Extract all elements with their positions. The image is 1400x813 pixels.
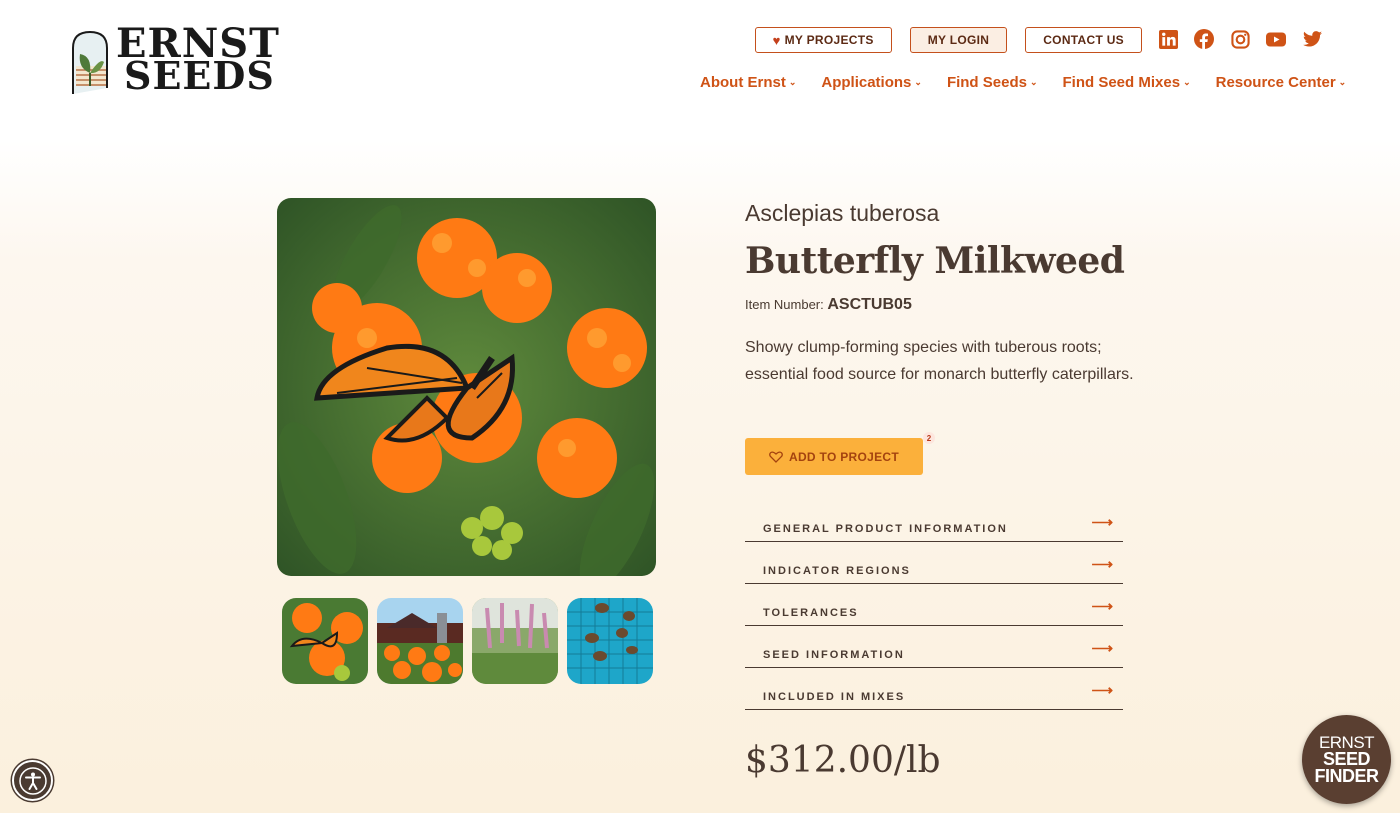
accessibility-icon	[18, 766, 47, 795]
product-main-image[interactable]	[277, 198, 656, 576]
item-number: Item Number: ASCTUB05	[745, 296, 912, 313]
arrow-right-icon: ⟶	[1091, 681, 1113, 699]
chevron-down-icon: ⌄	[914, 77, 922, 87]
nav-applications[interactable]: Applications ⌄	[821, 74, 922, 91]
heart-icon: ♥	[772, 32, 781, 48]
instagram-icon[interactable]	[1230, 29, 1250, 49]
my-login-button[interactable]: MY LOGIN	[909, 27, 1008, 53]
facebook-icon[interactable]	[1194, 29, 1214, 49]
twitter-icon[interactable]	[1302, 29, 1322, 49]
accordion-indicator-regions[interactable]: INDICATOR REGIONS ⟶	[745, 542, 1123, 584]
utility-buttons: ♥ MY PROJECTS MY LOGIN CONTACT US	[754, 27, 1142, 53]
social-links	[1158, 29, 1322, 49]
thumbnail-3[interactable]	[472, 598, 558, 684]
thumbnail-4[interactable]	[567, 598, 653, 684]
product-details-accordion: GENERAL PRODUCT INFORMATION ⟶ INDICATOR …	[745, 500, 1123, 710]
add-to-project-button[interactable]: ADD TO PROJECT	[745, 438, 923, 475]
arrow-right-icon: ⟶	[1091, 513, 1113, 531]
chevron-down-icon: ⌄	[788, 77, 797, 87]
page-title: Butterfly Milkweed	[745, 240, 1125, 282]
thumbnail-1[interactable]	[282, 598, 368, 684]
nav-find-seed-mixes[interactable]: Find Seed Mixes ⌄	[1063, 74, 1191, 91]
accessibility-button[interactable]	[12, 760, 53, 801]
thumbnail-strip	[282, 598, 653, 684]
main-nav: About Ernst ⌄ Applications ⌄ Find Seeds ⌄ F…	[700, 74, 1346, 91]
linkedin-icon[interactable]	[1158, 29, 1178, 49]
ernst-seeds-logo[interactable]: ERNST SEEDS	[70, 24, 280, 98]
logo-line-2: SEEDS	[124, 53, 275, 98]
product-price: $312.00/lb	[745, 740, 941, 781]
scientific-name: Asclepias tuberosa	[745, 200, 940, 226]
thumbnail-2[interactable]	[377, 598, 463, 684]
product-description: Showy clump-forming species with tuberou…	[745, 339, 1134, 383]
accordion-general-product-information[interactable]: GENERAL PRODUCT INFORMATION ⟶	[745, 500, 1123, 542]
accordion-seed-information[interactable]: SEED INFORMATION ⟶	[745, 626, 1123, 668]
logo-emblem-icon	[70, 28, 110, 96]
contact-us-button[interactable]: CONTACT US	[1025, 27, 1142, 53]
chevron-down-icon: ⌄	[1029, 77, 1038, 87]
seed-finder-button[interactable]: ERNST SEED FINDER	[1302, 715, 1391, 804]
nav-resource-center[interactable]: Resource Center ⌄	[1216, 74, 1347, 91]
arrow-right-icon: ⟶	[1091, 639, 1113, 657]
arrow-right-icon: ⟶	[1091, 555, 1113, 573]
accordion-included-in-mixes[interactable]: INCLUDED IN MIXES ⟶	[745, 668, 1123, 710]
nav-about-ernst[interactable]: About Ernst ⌄	[700, 74, 796, 91]
project-count-badge: 2	[923, 432, 935, 444]
item-number-value: ASCTUB05	[827, 296, 912, 313]
my-projects-button[interactable]: ♥ MY PROJECTS	[754, 27, 892, 53]
accordion-tolerances[interactable]: TOLERANCES ⟶	[745, 584, 1123, 626]
nav-find-seeds[interactable]: Find Seeds ⌄	[947, 74, 1038, 91]
chevron-down-icon: ⌄	[1183, 77, 1191, 87]
youtube-icon[interactable]	[1266, 29, 1286, 49]
heart-outline-icon	[769, 450, 783, 463]
chevron-down-icon: ⌄	[1338, 77, 1347, 87]
arrow-right-icon: ⟶	[1091, 597, 1113, 615]
